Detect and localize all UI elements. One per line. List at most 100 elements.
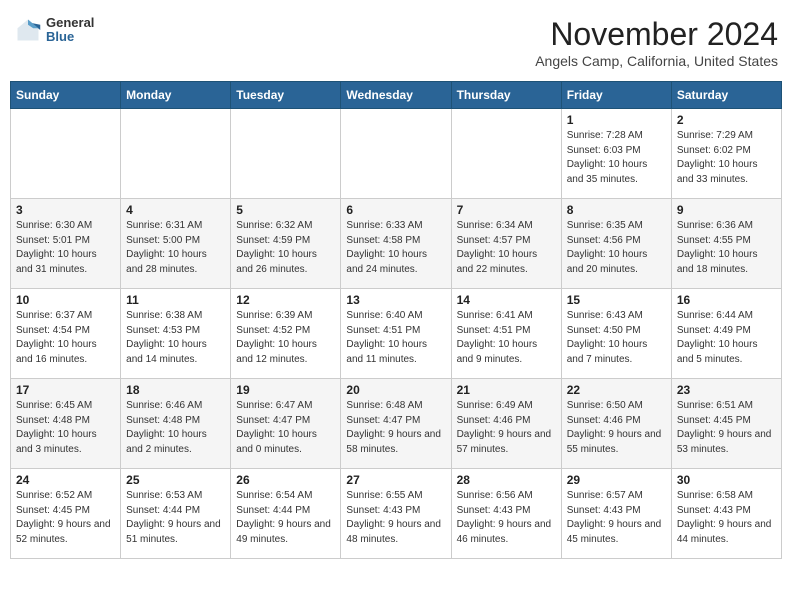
calendar-cell: 16Sunrise: 6:44 AM Sunset: 4:49 PM Dayli… <box>671 289 781 379</box>
day-info: Sunrise: 6:51 AM Sunset: 4:45 PM Dayligh… <box>677 399 776 457</box>
calendar-cell: 5Sunrise: 6:32 AM Sunset: 4:59 PM Daylig… <box>231 199 341 289</box>
day-number: 8 <box>567 203 666 217</box>
day-info: Sunrise: 6:41 AM Sunset: 4:51 PM Dayligh… <box>457 309 556 367</box>
day-number: 10 <box>16 293 115 307</box>
calendar-cell: 17Sunrise: 6:45 AM Sunset: 4:48 PM Dayli… <box>11 379 121 469</box>
calendar-cell: 20Sunrise: 6:48 AM Sunset: 4:47 PM Dayli… <box>341 379 451 469</box>
day-number: 1 <box>567 113 666 127</box>
day-number: 29 <box>567 473 666 487</box>
day-info: Sunrise: 6:47 AM Sunset: 4:47 PM Dayligh… <box>236 399 335 457</box>
day-info: Sunrise: 6:56 AM Sunset: 4:43 PM Dayligh… <box>457 489 556 547</box>
day-number: 6 <box>346 203 445 217</box>
calendar-cell <box>231 109 341 199</box>
day-info: Sunrise: 6:38 AM Sunset: 4:53 PM Dayligh… <box>126 309 225 367</box>
calendar-cell: 1 Sunrise: 7:28 AM Sunset: 6:03 PM Daylig… <box>561 109 671 199</box>
day-number: 19 <box>236 383 335 397</box>
day-number: 22 <box>567 383 666 397</box>
header-friday: Friday <box>561 82 671 109</box>
header-wednesday: Wednesday <box>341 82 451 109</box>
calendar-cell: 7 Sunrise: 6:34 AM Sunset: 4:57 PM Daylig… <box>451 199 561 289</box>
day-number: 4 <box>126 203 225 217</box>
calendar-cell: 12Sunrise: 6:39 AM Sunset: 4:52 PM Dayli… <box>231 289 341 379</box>
header-tuesday: Tuesday <box>231 82 341 109</box>
day-number: 27 <box>346 473 445 487</box>
day-number: 26 <box>236 473 335 487</box>
day-info: Sunrise: 6:45 AM Sunset: 4:48 PM Dayligh… <box>16 399 115 457</box>
calendar-cell: 8 Sunrise: 6:35 AM Sunset: 4:56 PM Daylig… <box>561 199 671 289</box>
header-monday: Monday <box>121 82 231 109</box>
day-number: 3 <box>16 203 115 217</box>
day-info: Sunrise: 6:39 AM Sunset: 4:52 PM Dayligh… <box>236 309 335 367</box>
day-info: Sunrise: 6:40 AM Sunset: 4:51 PM Dayligh… <box>346 309 445 367</box>
calendar-week-1: 3 Sunrise: 6:30 AM Sunset: 5:01 PM Daylig… <box>11 199 782 289</box>
day-number: 28 <box>457 473 556 487</box>
day-info: Sunrise: 6:30 AM Sunset: 5:01 PM Dayligh… <box>16 219 115 277</box>
day-info: Sunrise: 6:37 AM Sunset: 4:54 PM Dayligh… <box>16 309 115 367</box>
day-info: Sunrise: 6:43 AM Sunset: 4:50 PM Dayligh… <box>567 309 666 367</box>
calendar-cell: 28 Sunrise: 6:56 AM Sunset: 4:43 PM Dayli… <box>451 469 561 559</box>
calendar-cell <box>11 109 121 199</box>
day-info: Sunrise: 7:29 AM Sunset: 6:02 PM Dayligh… <box>677 129 776 187</box>
header-saturday: Saturday <box>671 82 781 109</box>
calendar-cell: 4 Sunrise: 6:31 AM Sunset: 5:00 PM Daylig… <box>121 199 231 289</box>
calendar-cell: 19 Sunrise: 6:47 AM Sunset: 4:47 PM Dayli… <box>231 379 341 469</box>
day-info: Sunrise: 6:33 AM Sunset: 4:58 PM Dayligh… <box>346 219 445 277</box>
day-info: Sunrise: 6:34 AM Sunset: 4:57 PM Dayligh… <box>457 219 556 277</box>
calendar-cell: 11 Sunrise: 6:38 AM Sunset: 4:53 PM Dayli… <box>121 289 231 379</box>
page-header: General Blue November 2024 Angels Camp, … <box>10 10 782 75</box>
header-thursday: Thursday <box>451 82 561 109</box>
calendar-cell: 29 Sunrise: 6:57 AM Sunset: 4:43 PM Dayli… <box>561 469 671 559</box>
calendar-cell: 9 Sunrise: 6:36 AM Sunset: 4:55 PM Daylig… <box>671 199 781 289</box>
calendar-cell: 14 Sunrise: 6:41 AM Sunset: 4:51 PM Dayli… <box>451 289 561 379</box>
day-number: 13 <box>346 293 445 307</box>
calendar-cell <box>341 109 451 199</box>
logo-icon <box>14 16 42 44</box>
day-number: 15 <box>567 293 666 307</box>
day-number: 30 <box>677 473 776 487</box>
calendar-week-0: 1 Sunrise: 7:28 AM Sunset: 6:03 PM Daylig… <box>11 109 782 199</box>
title-area: November 2024 Angels Camp, California, U… <box>535 16 778 69</box>
calendar-cell: 30 Sunrise: 6:58 AM Sunset: 4:43 PM Dayli… <box>671 469 781 559</box>
day-number: 24 <box>16 473 115 487</box>
day-info: Sunrise: 6:54 AM Sunset: 4:44 PM Dayligh… <box>236 489 335 547</box>
calendar-cell: 3 Sunrise: 6:30 AM Sunset: 5:01 PM Daylig… <box>11 199 121 289</box>
calendar-cell: 6 Sunrise: 6:33 AM Sunset: 4:58 PM Daylig… <box>341 199 451 289</box>
day-info: Sunrise: 6:36 AM Sunset: 4:55 PM Dayligh… <box>677 219 776 277</box>
day-number: 16 <box>677 293 776 307</box>
day-number: 25 <box>126 473 225 487</box>
calendar-week-3: 17Sunrise: 6:45 AM Sunset: 4:48 PM Dayli… <box>11 379 782 469</box>
day-info: Sunrise: 6:57 AM Sunset: 4:43 PM Dayligh… <box>567 489 666 547</box>
day-number: 2 <box>677 113 776 127</box>
day-number: 21 <box>457 383 556 397</box>
header-sunday: Sunday <box>11 82 121 109</box>
day-info: Sunrise: 6:50 AM Sunset: 4:46 PM Dayligh… <box>567 399 666 457</box>
calendar-cell: 25 Sunrise: 6:53 AM Sunset: 4:44 PM Dayli… <box>121 469 231 559</box>
day-info: Sunrise: 6:35 AM Sunset: 4:56 PM Dayligh… <box>567 219 666 277</box>
day-number: 14 <box>457 293 556 307</box>
day-number: 7 <box>457 203 556 217</box>
calendar-cell: 13 Sunrise: 6:40 AM Sunset: 4:51 PM Dayli… <box>341 289 451 379</box>
day-info: Sunrise: 6:48 AM Sunset: 4:47 PM Dayligh… <box>346 399 445 457</box>
logo-text: General Blue <box>46 16 94 45</box>
day-info: Sunrise: 6:53 AM Sunset: 4:44 PM Dayligh… <box>126 489 225 547</box>
calendar-cell <box>451 109 561 199</box>
calendar-cell: 22 Sunrise: 6:50 AM Sunset: 4:46 PM Dayli… <box>561 379 671 469</box>
calendar-header-row: SundayMondayTuesdayWednesdayThursdayFrid… <box>11 82 782 109</box>
calendar-cell: 10 Sunrise: 6:37 AM Sunset: 4:54 PM Dayli… <box>11 289 121 379</box>
calendar-cell: 2 Sunrise: 7:29 AM Sunset: 6:02 PM Daylig… <box>671 109 781 199</box>
day-info: Sunrise: 6:32 AM Sunset: 4:59 PM Dayligh… <box>236 219 335 277</box>
month-title: November 2024 <box>535 16 778 53</box>
calendar-week-4: 24Sunrise: 6:52 AM Sunset: 4:45 PM Dayli… <box>11 469 782 559</box>
day-info: Sunrise: 6:55 AM Sunset: 4:43 PM Dayligh… <box>346 489 445 547</box>
logo-blue-text: Blue <box>46 30 94 44</box>
day-info: Sunrise: 6:46 AM Sunset: 4:48 PM Dayligh… <box>126 399 225 457</box>
day-number: 11 <box>126 293 225 307</box>
day-info: Sunrise: 6:31 AM Sunset: 5:00 PM Dayligh… <box>126 219 225 277</box>
day-info: Sunrise: 7:28 AM Sunset: 6:03 PM Dayligh… <box>567 129 666 187</box>
logo: General Blue <box>14 16 94 45</box>
day-info: Sunrise: 6:58 AM Sunset: 4:43 PM Dayligh… <box>677 489 776 547</box>
day-number: 9 <box>677 203 776 217</box>
calendar-cell: 15 Sunrise: 6:43 AM Sunset: 4:50 PM Dayli… <box>561 289 671 379</box>
day-number: 23 <box>677 383 776 397</box>
calendar-week-2: 10 Sunrise: 6:37 AM Sunset: 4:54 PM Dayli… <box>11 289 782 379</box>
